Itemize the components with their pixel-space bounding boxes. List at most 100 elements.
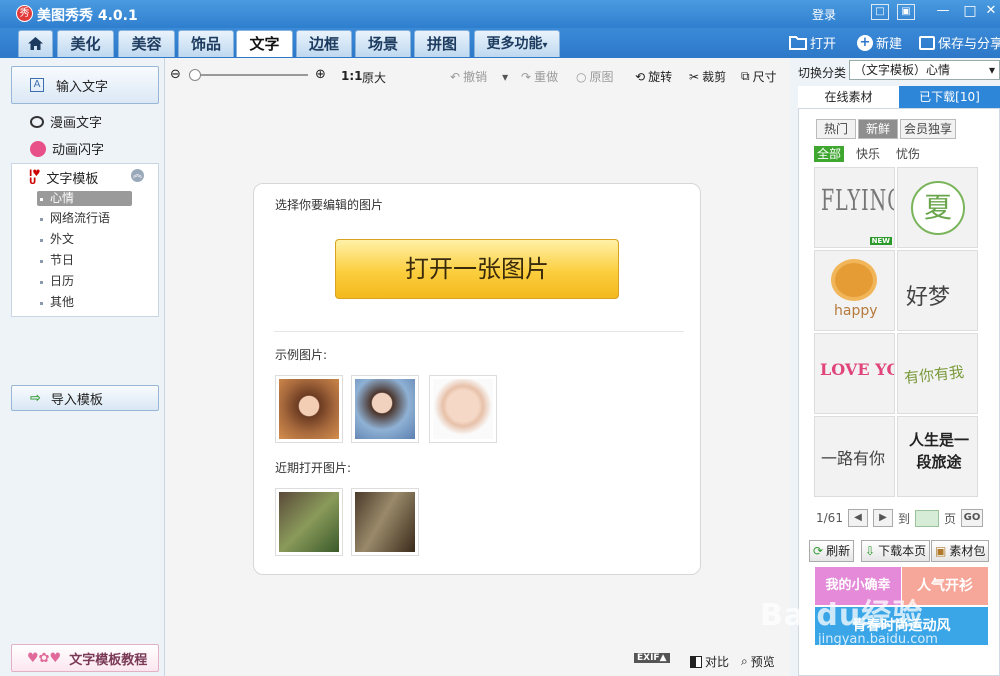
ratio-button[interactable]: 1:1 xyxy=(341,69,363,83)
template-thumb-5[interactable]: LOVE YOU xyxy=(814,333,895,414)
rotate-icon: ⟲ xyxy=(635,69,646,84)
template-item-other[interactable]: 其他 xyxy=(37,295,132,310)
input-text-button[interactable]: A 输入文字 xyxy=(11,66,159,104)
redo-icon: ↷ xyxy=(521,69,532,84)
material-pack-label: 素材包 xyxy=(949,544,986,558)
example-thumb-2[interactable] xyxy=(351,375,419,443)
tab-home[interactable] xyxy=(18,30,53,57)
home-icon xyxy=(28,37,43,50)
original-size-button[interactable]: 原大 xyxy=(362,69,386,86)
main-tab-bar: 美化 美容 饰品 文字 边框 场景 拼图 更多功能▾ 打开 + 新建 保存与分享 xyxy=(0,28,1000,58)
template-thumb-8[interactable]: 人生是一段旅途 xyxy=(897,416,978,497)
refresh-button[interactable]: ⟳ 刷新 xyxy=(809,540,855,562)
tab-beautify[interactable]: 美化 xyxy=(57,30,114,57)
template-item-foreign[interactable]: 外文 xyxy=(37,232,132,247)
pager: 1/61 ◀ ▶ 到 页 GO xyxy=(816,509,983,527)
segment-hot[interactable]: 热门 xyxy=(816,119,856,139)
go-button[interactable]: GO xyxy=(960,509,983,527)
crop-button[interactable]: ✂ 裁剪 xyxy=(689,68,726,85)
undo-label: 撤销 xyxy=(463,70,488,84)
material-pack-button[interactable]: ▣ 素材包 xyxy=(931,540,990,562)
preview-icon: ⌕ xyxy=(741,654,748,668)
template-thumb-text: 有你有我 xyxy=(903,362,965,388)
zoom-slider-track[interactable] xyxy=(193,74,308,76)
tutorial-label: 文字模板教程 xyxy=(69,652,148,668)
animated-text-item[interactable]: 动画闪字 xyxy=(30,139,104,158)
example-thumb-3[interactable] xyxy=(429,375,497,443)
package-icon: ▣ xyxy=(935,544,947,558)
template-item-festival[interactable]: 节日 xyxy=(37,253,132,268)
menu-icon[interactable]: ▣ xyxy=(897,4,915,20)
redo-button[interactable]: ↷ 重做 xyxy=(521,68,558,85)
template-item-internet-slang[interactable]: 网络流行语 xyxy=(37,211,132,226)
canvas-area: 选择你要编辑的图片 打开一张图片 示例图片: 近期打开图片: xyxy=(165,96,790,644)
divider xyxy=(274,331,684,332)
messages-icon[interactable]: □ xyxy=(871,4,889,20)
zoom-out-icon[interactable]: ⊖ xyxy=(170,67,181,82)
download-page-button[interactable]: ⇩ 下载本页 xyxy=(861,540,931,562)
tab-frame[interactable]: 边框 xyxy=(296,30,352,57)
template-tutorial-button[interactable]: ♥✿♥ 文字模板教程 xyxy=(11,644,159,672)
open-image-button[interactable]: 打开一张图片 xyxy=(335,239,619,299)
minimize-icon[interactable]: — xyxy=(934,4,952,20)
category-select[interactable]: （文字模板）心情 xyxy=(849,60,1000,80)
tab-cosmetic[interactable]: 美容 xyxy=(118,30,175,57)
template-thumb-7[interactable]: 一路有你 xyxy=(814,416,895,497)
template-thumb-1[interactable]: FLYING NEW xyxy=(814,167,895,248)
compare-icon xyxy=(690,655,702,668)
segment-new[interactable]: 新鲜 xyxy=(858,119,898,139)
prev-page-icon[interactable]: ◀ xyxy=(847,509,868,527)
size-button[interactable]: ⧉ 尺寸 xyxy=(741,68,777,85)
rotate-button[interactable]: ⟲ 旋转 xyxy=(635,68,672,85)
maximize-icon[interactable]: □ xyxy=(961,4,979,20)
tab-accessories[interactable]: 饰品 xyxy=(178,30,234,57)
template-item-mood[interactable]: 心情 xyxy=(37,191,132,206)
filter-happy[interactable]: 快乐 xyxy=(856,146,880,162)
recent-thumb-2[interactable] xyxy=(351,488,419,556)
template-item-calendar[interactable]: 日历 xyxy=(37,274,132,289)
template-header[interactable]: I♥ U 文字模板 xyxy=(29,168,98,187)
tab-more-features[interactable]: 更多功能▾ xyxy=(474,30,560,57)
template-thumb-text: 好梦 xyxy=(906,285,951,310)
tab-online-materials[interactable]: 在线素材 xyxy=(798,86,899,108)
refresh-icon: ⟳ xyxy=(813,544,824,558)
template-thumb-text: happy xyxy=(834,303,878,319)
watermark-logo: Baidu经验 xyxy=(760,598,924,633)
original-image-label: 原图 xyxy=(589,70,614,84)
tab-scene[interactable]: 场景 xyxy=(355,30,411,57)
collapse-icon[interactable]: ︽ xyxy=(131,169,144,182)
open-button[interactable]: 打开 xyxy=(789,33,836,52)
next-page-icon[interactable]: ▶ xyxy=(872,509,893,527)
template-thumb-3[interactable]: happy xyxy=(814,250,895,331)
folder-icon xyxy=(789,36,807,50)
tab-collage[interactable]: 拼图 xyxy=(414,30,470,57)
comic-text-item[interactable]: 漫画文字 xyxy=(30,112,102,131)
filter-sad[interactable]: 忧伤 xyxy=(896,146,920,162)
close-icon[interactable]: ✕ xyxy=(982,4,1000,20)
segment-vip[interactable]: 会员独享 xyxy=(900,119,956,139)
template-thumb-2[interactable]: 夏 xyxy=(897,167,978,248)
page-number-input[interactable] xyxy=(914,509,939,527)
tab-downloaded[interactable]: 已下载[10] xyxy=(899,86,1000,108)
original-image-button[interactable]: ○ 原图 xyxy=(576,68,614,85)
recent-thumb-1[interactable] xyxy=(275,488,343,556)
tab-text[interactable]: 文字 xyxy=(236,30,293,57)
filter-all[interactable]: 全部 xyxy=(814,146,845,162)
zoom-in-icon[interactable]: ⊕ xyxy=(315,67,326,82)
undo-button[interactable]: ↶ 撤销 ▾ xyxy=(450,68,508,85)
import-template-button[interactable]: ⇨ 导入模板 xyxy=(11,385,159,411)
login-link[interactable]: 登录 xyxy=(812,6,836,23)
template-thumb-text: 人生是一段旅途 xyxy=(908,431,969,471)
compare-button[interactable]: 对比 xyxy=(690,653,729,670)
welcome-prompt: 选择你要编辑的图片 xyxy=(275,198,384,212)
preview-label: 预览 xyxy=(750,655,775,669)
material-tabs: 在线素材 已下载[10] xyxy=(798,86,1000,108)
exif-button[interactable]: EXIF▲ xyxy=(634,653,670,663)
save-share-button[interactable]: 保存与分享 xyxy=(919,33,1000,52)
zoom-slider-handle[interactable] xyxy=(189,69,201,81)
template-thumb-4[interactable]: 好梦 xyxy=(897,250,978,331)
template-thumb-6[interactable]: 有你有我 xyxy=(897,333,978,414)
new-button[interactable]: + 新建 xyxy=(857,33,902,52)
preview-button[interactable]: ⌕ 预览 xyxy=(741,653,775,670)
example-thumb-1[interactable] xyxy=(275,375,343,443)
